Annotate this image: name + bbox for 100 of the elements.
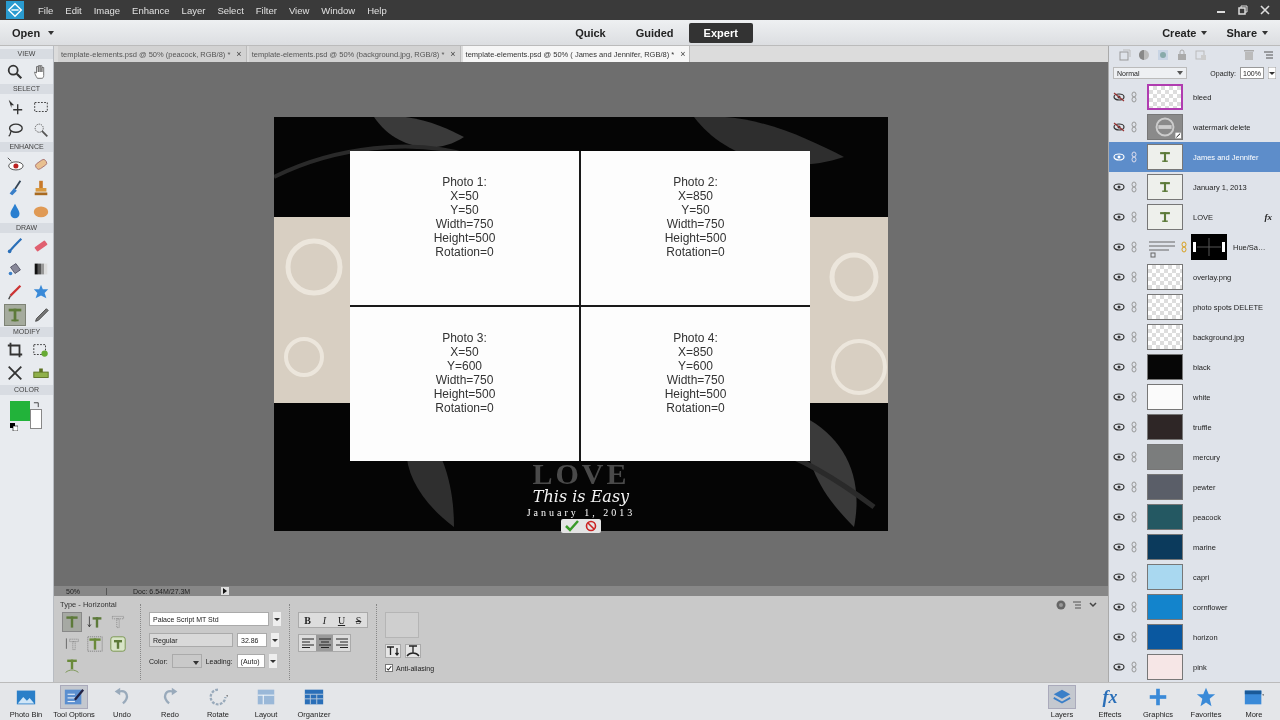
mode-tab[interactable]: Quick [560,22,621,43]
commit-icon[interactable] [565,520,579,532]
caret-icon[interactable] [1201,30,1208,35]
caret-icon [192,661,199,665]
eye-icon[interactable] [1113,512,1125,522]
align-button[interactable] [316,635,333,651]
photo-spec-text: Y=600 [446,359,482,373]
photo-spec-text: Rotation=0 [666,245,725,259]
play-icon[interactable] [221,587,229,595]
app-logo-icon[interactable] [6,1,24,19]
type-mask-icon [110,614,126,630]
text-style-button[interactable]: U [333,613,350,627]
close-tab-button[interactable]: × [236,49,242,59]
menu-item[interactable]: File [38,4,54,16]
photo-spec-text: Rotation=0 [435,245,494,259]
eye-icon[interactable] [1113,662,1125,672]
eye-icon[interactable] [1113,212,1125,222]
menu-item[interactable]: Select [217,4,244,16]
close-tab-button[interactable]: × [680,49,686,59]
photo-spec-text: Width=750 [666,217,725,231]
swap-icon[interactable] [33,401,40,408]
eye-icon[interactable] [1113,422,1125,432]
photo-spec-text: Photo 3: [442,331,487,345]
align-button[interactable] [333,635,350,651]
layer-thumbnail [1147,324,1183,350]
script-text[interactable]: This is Easy [532,487,630,507]
text-style-button[interactable]: S [350,613,367,627]
menu-item[interactable]: Edit [65,4,82,16]
star-blob-icon [32,283,50,301]
align-left-icon [301,638,314,648]
menu-item[interactable]: Layer [181,4,206,16]
type-tool-button[interactable] [108,634,128,654]
photo-spec-text: Height=500 [664,387,727,401]
recompose-icon [32,341,50,359]
eye-icon[interactable] [1113,572,1125,582]
orientation-button[interactable] [385,644,401,658]
eye-icon[interactable] [1113,632,1125,642]
menu-item[interactable]: View [288,4,310,16]
menu-item[interactable]: Help [367,4,387,16]
type-tool-button[interactable] [85,634,105,654]
eye-icon[interactable] [1113,272,1125,282]
move-icon [6,98,24,116]
eye-icon[interactable] [1113,242,1125,252]
eye-icon[interactable] [1113,392,1125,402]
text-style-button[interactable]: B [299,613,316,627]
eye-icon[interactable] [1113,182,1125,192]
create-menu[interactable]: Create [1162,26,1197,39]
text-style-button[interactable]: I [316,613,333,627]
align-button[interactable] [299,635,316,651]
type-icon [110,636,126,652]
foreground-color-swatch[interactable] [10,401,30,421]
hidden-eye-icon[interactable] [1113,92,1125,102]
menu-item[interactable]: Filter [255,4,277,16]
layer-thumbnail [1147,114,1183,140]
lasso-icon [6,121,24,139]
vertical-type-icon [87,614,103,630]
close-tab-button[interactable]: × [450,49,456,59]
eye-icon[interactable] [1113,452,1125,462]
open-button[interactable]: Open [12,26,41,39]
background-color-swatch[interactable] [30,409,42,429]
eye-icon[interactable] [1113,482,1125,492]
eye-icon[interactable] [1113,302,1125,312]
eye-icon[interactable] [1113,332,1125,342]
hidden-eye-icon[interactable] [1113,122,1125,132]
menu-item[interactable]: Window [321,4,356,16]
dropdown-arrow-icon[interactable] [1268,67,1276,79]
caret-icon [1177,71,1183,75]
layer-thumbnail [1147,294,1183,320]
caret-icon[interactable] [48,30,55,35]
text-layer-thumbnail [1147,204,1183,230]
eye-icon[interactable] [1113,602,1125,612]
close-icon[interactable] [1260,5,1270,15]
eraser-icon [32,237,50,255]
effects-label: fx [1264,212,1272,222]
photo-spec-text: Rotation=0 [666,401,725,415]
adjustment-layer-icon[interactable] [1138,49,1150,61]
menu-item[interactable]: Enhance [132,4,170,16]
text-color-dropdown[interactable] [171,654,202,668]
checkbox[interactable] [385,664,393,672]
photo-spec-text: Photo 1: [442,175,487,189]
photo-spec-text: Width=750 [435,373,494,387]
menu-item[interactable]: Image [93,4,121,16]
collapse-icon[interactable] [1088,600,1098,610]
caret-icon[interactable] [1262,30,1268,35]
warp-button[interactable] [405,644,421,658]
eye-icon[interactable] [1113,542,1125,552]
type-icon [64,614,80,630]
help-icon[interactable] [1056,600,1066,610]
share-menu[interactable]: Share [1226,26,1257,39]
layer-thumbnail [1147,84,1183,110]
mode-tab[interactable]: Expert [688,22,753,43]
default-colors-icon[interactable] [10,423,18,431]
eye-icon[interactable] [1113,362,1125,372]
photo-spec-text: X=850 [677,345,713,359]
mode-tab[interactable]: Guided [620,22,689,43]
vertical-type-mask-icon [64,636,80,652]
restore-icon[interactable] [1238,5,1248,15]
type-icon [64,658,80,674]
cancel-icon[interactable] [585,520,597,532]
text-layer-thumbnail [1147,174,1183,200]
